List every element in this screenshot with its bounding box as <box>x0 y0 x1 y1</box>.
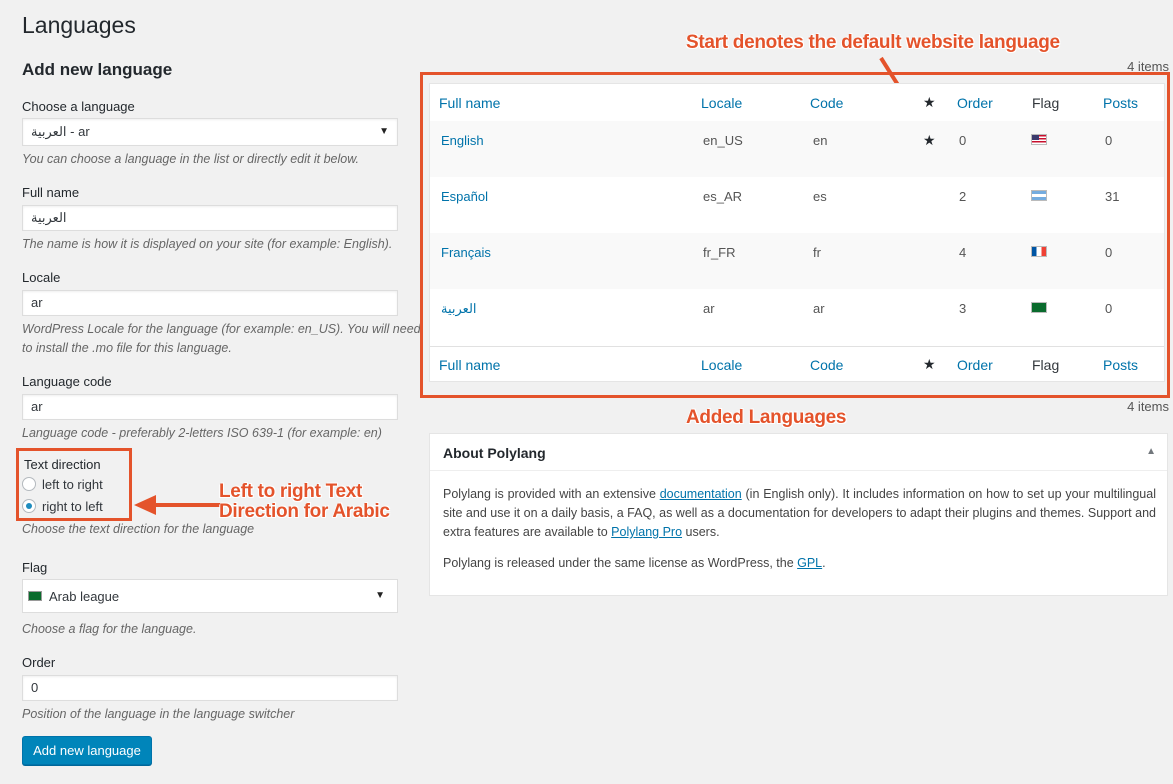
radio-ltr-label: left to right <box>42 476 103 492</box>
language-code-input[interactable]: ar <box>22 394 398 420</box>
full-name-description: The name is how it is displayed on your … <box>22 237 393 251</box>
flag-description: Choose a flag for the language. <box>22 622 197 636</box>
text-direction-label: Text direction <box>24 457 101 472</box>
order-input[interactable]: 0 <box>22 675 398 701</box>
annotation-direction-line2: Direction for Arabic <box>219 501 390 522</box>
about-text: Polylang is provided with an extensive <box>443 487 660 501</box>
documentation-link[interactable]: documentation <box>660 487 742 501</box>
languages-table-highlight <box>420 72 1170 398</box>
radio-left-to-right[interactable]: left to right <box>22 475 103 493</box>
locale-label: Locale <box>22 270 61 285</box>
flag-select-value: Arab league <box>49 589 120 604</box>
about-paragraph-1: Polylang is provided with an extensive d… <box>443 485 1156 542</box>
full-name-label: Full name <box>22 185 80 200</box>
choose-language-description: You can choose a language in the list or… <box>22 152 360 166</box>
annotation-default-language: Start denotes the default website langua… <box>686 32 1060 53</box>
radio-ltr-control[interactable] <box>22 477 36 491</box>
choose-language-label: Choose a language <box>22 99 135 114</box>
locale-description-line1: WordPress Locale for the language (for e… <box>22 322 421 336</box>
text-direction-description: Choose the text direction for the langua… <box>22 522 255 536</box>
add-language-heading: Add new language <box>22 60 173 79</box>
about-polylang-box: About Polylang ▲ Polylang is provided wi… <box>429 433 1168 596</box>
full-name-input[interactable]: العربية <box>22 205 398 231</box>
radio-right-to-left[interactable]: right to left <box>22 497 103 515</box>
chevron-down-icon: ▼ <box>379 126 389 137</box>
radio-rtl-control[interactable] <box>22 499 36 513</box>
choose-language-value: العربية - ar <box>31 124 90 139</box>
items-count-bottom: 4 items <box>1127 399 1169 414</box>
flag-label: Flag <box>22 560 48 575</box>
about-paragraph-2: Polylang is released under the same lice… <box>443 554 1156 573</box>
page-title: Languages <box>22 12 136 38</box>
about-text: . <box>822 556 826 570</box>
arab-league-flag-icon <box>28 591 42 601</box>
choose-language-select[interactable]: العربية - ar ▼ <box>22 118 398 146</box>
locale-description-line2: to install the .mo file for this languag… <box>22 341 232 355</box>
order-description: Position of the language in the language… <box>22 707 295 721</box>
gpl-link[interactable]: GPL <box>797 556 822 570</box>
polylang-pro-link[interactable]: Polylang Pro <box>611 525 682 539</box>
chevron-down-icon: ▼ <box>375 590 385 601</box>
radio-rtl-label: right to left <box>42 498 103 514</box>
about-text: Polylang is released under the same lice… <box>443 556 798 570</box>
add-new-language-button[interactable]: Add new language <box>22 736 152 765</box>
flag-select[interactable]: Arab league ▼ <box>22 579 398 613</box>
order-label: Order <box>22 655 56 670</box>
annotation-added-languages: Added Languages <box>686 407 847 428</box>
language-code-label: Language code <box>22 374 112 389</box>
collapse-arrow-icon[interactable]: ▲ <box>1146 446 1156 457</box>
about-title: About Polylang <box>443 445 546 461</box>
about-header[interactable]: About Polylang ▲ <box>430 434 1167 471</box>
annotation-direction-line1: Left to right Text <box>219 481 363 502</box>
annotation-arrow-direction <box>134 495 220 515</box>
locale-input[interactable]: ar <box>22 290 398 316</box>
about-text: users. <box>682 525 720 539</box>
language-code-description: Language code - preferably 2-letters ISO… <box>22 426 382 440</box>
